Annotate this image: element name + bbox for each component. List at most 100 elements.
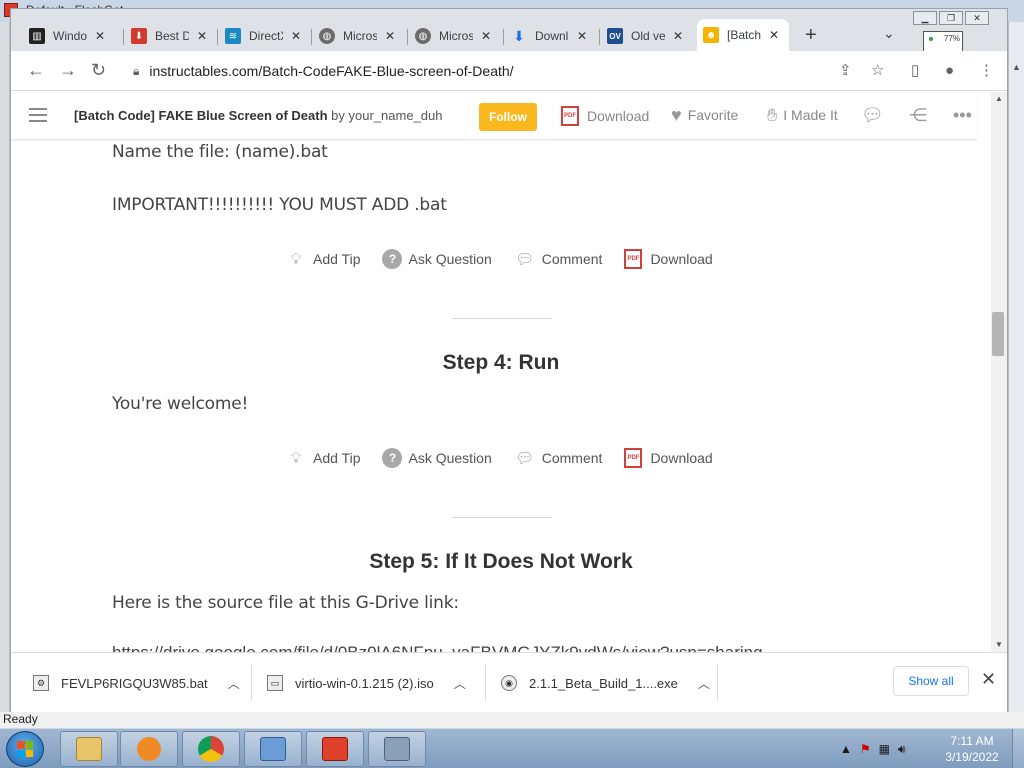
reload-icon[interactable]: ↻: [91, 61, 106, 79]
side-panel-icon[interactable]: ▯: [911, 63, 919, 78]
download-item[interactable]: ▭ virtio-win-0.1.215 (2).iso ︿: [267, 653, 466, 713]
new-tab-icon[interactable]: +: [805, 25, 817, 45]
close-icon[interactable]: ✕: [981, 669, 996, 690]
system-tray: ▲ ⚑ ▦ 🔊︎: [840, 729, 906, 768]
back-arrow-icon[interactable]: ←: [27, 61, 45, 79]
computer-icon: [384, 737, 410, 761]
folder-icon: [76, 737, 102, 761]
clock[interactable]: 7:11 AM 3/19/2022: [940, 733, 1004, 765]
tab-best-downloads[interactable]: ⬇ Best Downloads ✕: [125, 21, 213, 51]
show-desktop-button[interactable]: [1012, 729, 1024, 768]
taskbar-system-tool[interactable]: [368, 731, 426, 767]
scroll-up-arrow-icon[interactable]: ▲: [1012, 62, 1021, 72]
url-text[interactable]: instructables.com/Batch-CodeFAKE-Blue-sc…: [149, 63, 513, 79]
follow-button[interactable]: Follow: [479, 103, 537, 131]
taskbar: ▲ ⚑ ▦ 🔊︎ 7:11 AM 3/19/2022: [0, 728, 1024, 768]
add-tip-button[interactable]: 💡︎ Add Tip: [285, 248, 361, 270]
share-icon[interactable]: ⇪: [839, 63, 852, 78]
iso-file-icon: ▭: [267, 675, 283, 691]
tab-label: Microsoft: [439, 29, 473, 43]
favorite-button[interactable]: ♥ Favorite: [671, 106, 738, 124]
gdrive-link[interactable]: https://drive.google.com/file/d/0Bz0lA6N…: [112, 643, 763, 652]
close-icon[interactable]: ✕: [673, 29, 683, 43]
tab-label: Windows 7: [53, 29, 87, 43]
chevron-down-icon[interactable]: ⌄: [883, 25, 895, 42]
network-icon[interactable]: ▦: [879, 742, 890, 756]
header-download-button[interactable]: PDF Download: [561, 106, 649, 126]
tab-windows-7[interactable]: ▥ Windows 7 ✕: [23, 21, 111, 51]
close-icon[interactable]: ✕: [197, 29, 207, 43]
address-bar[interactable]: 🔒︎ instructables.com/Batch-CodeFAKE-Blue…: [123, 56, 893, 86]
download-filename: virtio-win-0.1.215 (2).iso: [295, 675, 434, 691]
project-title: [Batch Code] FAKE Blue Screen of Death b…: [74, 108, 443, 123]
ellipsis-icon: •••: [953, 105, 972, 125]
question-icon: ?: [382, 448, 403, 468]
tab-old-versions[interactable]: OV Old versions ✕: [601, 21, 689, 51]
share-button[interactable]: ⋲: [909, 106, 933, 124]
close-icon[interactable]: ✕: [769, 28, 779, 42]
forward-arrow-icon[interactable]: →: [59, 61, 77, 79]
close-icon[interactable]: ✕: [481, 29, 491, 43]
flashget-right-scrollbar[interactable]: ▲: [1008, 22, 1024, 712]
chevron-up-icon[interactable]: ︿: [228, 675, 240, 692]
more-options-button[interactable]: •••: [953, 106, 978, 124]
scroll-up-arrow-icon[interactable]: ▲: [995, 94, 1003, 103]
flashget-left-panel: [0, 22, 10, 712]
instructables-robot-icon: ☻: [703, 27, 719, 43]
tab-microsoft-1[interactable]: ◍ Microsoft ✕: [313, 21, 401, 51]
restore-icon[interactable]: ❐: [939, 11, 963, 25]
exe-file-icon: ◉: [501, 675, 517, 691]
chrome-icon: [198, 736, 224, 762]
download-item[interactable]: ⚙ FEVLP6RIGQU3W85.bat ︿: [33, 653, 240, 713]
close-icon[interactable]: ✕: [577, 29, 587, 43]
ask-question-button[interactable]: ? Ask Question: [382, 249, 492, 269]
hamburger-menu-icon[interactable]: [29, 108, 47, 122]
scroll-down-arrow-icon[interactable]: ▼: [995, 640, 1003, 649]
download-item[interactable]: ◉ 2.1.1_Beta_Build_1....exe ︿: [501, 653, 710, 713]
ask-question-button[interactable]: ? Ask Question: [382, 448, 492, 468]
taskbar-chrome[interactable]: [182, 731, 240, 767]
taskbar-media-player[interactable]: [120, 731, 178, 767]
download-label: Download: [650, 450, 713, 466]
taskbar-flashget[interactable]: [306, 731, 364, 767]
more-menu-icon[interactable]: ⋮: [979, 63, 994, 78]
chevron-up-icon[interactable]: ︿: [698, 675, 710, 692]
star-icon[interactable]: ☆: [871, 63, 884, 78]
profile-icon[interactable]: ●: [945, 63, 954, 78]
tab-directx[interactable]: ≋ DirectX ✕: [219, 21, 307, 51]
start-button[interactable]: [6, 731, 44, 767]
close-icon[interactable]: ✕: [95, 29, 105, 43]
page-scrollbar[interactable]: ▲ ▼: [991, 92, 1007, 652]
action-center-flag-icon[interactable]: ⚑: [860, 742, 871, 756]
comment-button[interactable]: 💬︎ Comment: [514, 248, 602, 270]
tab-batch-code-active[interactable]: ☻ [Batch Code] FAKE Blue Screen of Death…: [697, 19, 789, 51]
pdf-icon: PDF: [624, 448, 643, 468]
minimize-icon[interactable]: ▁: [913, 11, 937, 25]
close-window-icon[interactable]: ✕: [965, 11, 989, 25]
i-made-it-button[interactable]: ✋︎ I Made It: [767, 106, 838, 124]
tab-microsoft-2[interactable]: ◍ Microsoft ✕: [409, 21, 497, 51]
title-text: [Batch Code] FAKE Blue Screen of Death: [74, 108, 328, 123]
by-text: by: [331, 108, 345, 123]
volume-icon[interactable]: 🔊︎: [898, 742, 906, 757]
download-shelf: ⚙ FEVLP6RIGQU3W85.bat ︿ ▭ virtio-win-0.1…: [11, 652, 1007, 712]
taskbar-control-panel[interactable]: [244, 731, 302, 767]
made-it-label: I Made It: [783, 107, 838, 123]
tab-label: Microsoft: [343, 29, 377, 43]
comments-button[interactable]: 💬︎: [861, 106, 890, 124]
add-tip-button[interactable]: 💡︎ Add Tip: [285, 447, 361, 469]
taskbar-explorer[interactable]: [60, 731, 118, 767]
flashget-icon: [322, 737, 348, 761]
download-pdf-button[interactable]: PDF Download: [624, 448, 713, 468]
chevron-up-icon[interactable]: ︿: [454, 675, 466, 692]
lock-icon[interactable]: 🔒︎: [133, 64, 139, 79]
close-icon[interactable]: ✕: [385, 29, 395, 43]
show-all-button[interactable]: Show all: [893, 666, 969, 696]
download-pdf-button[interactable]: PDF Download: [624, 249, 713, 269]
author-link[interactable]: your_name_duh: [349, 108, 443, 123]
scrollbar-thumb[interactable]: [992, 312, 1004, 356]
close-icon[interactable]: ✕: [291, 29, 301, 43]
comment-button[interactable]: 💬︎ Comment: [514, 447, 602, 469]
tray-expand-icon[interactable]: ▲: [840, 742, 852, 756]
tab-downloads[interactable]: ⬇ Downloads ✕: [505, 21, 593, 51]
